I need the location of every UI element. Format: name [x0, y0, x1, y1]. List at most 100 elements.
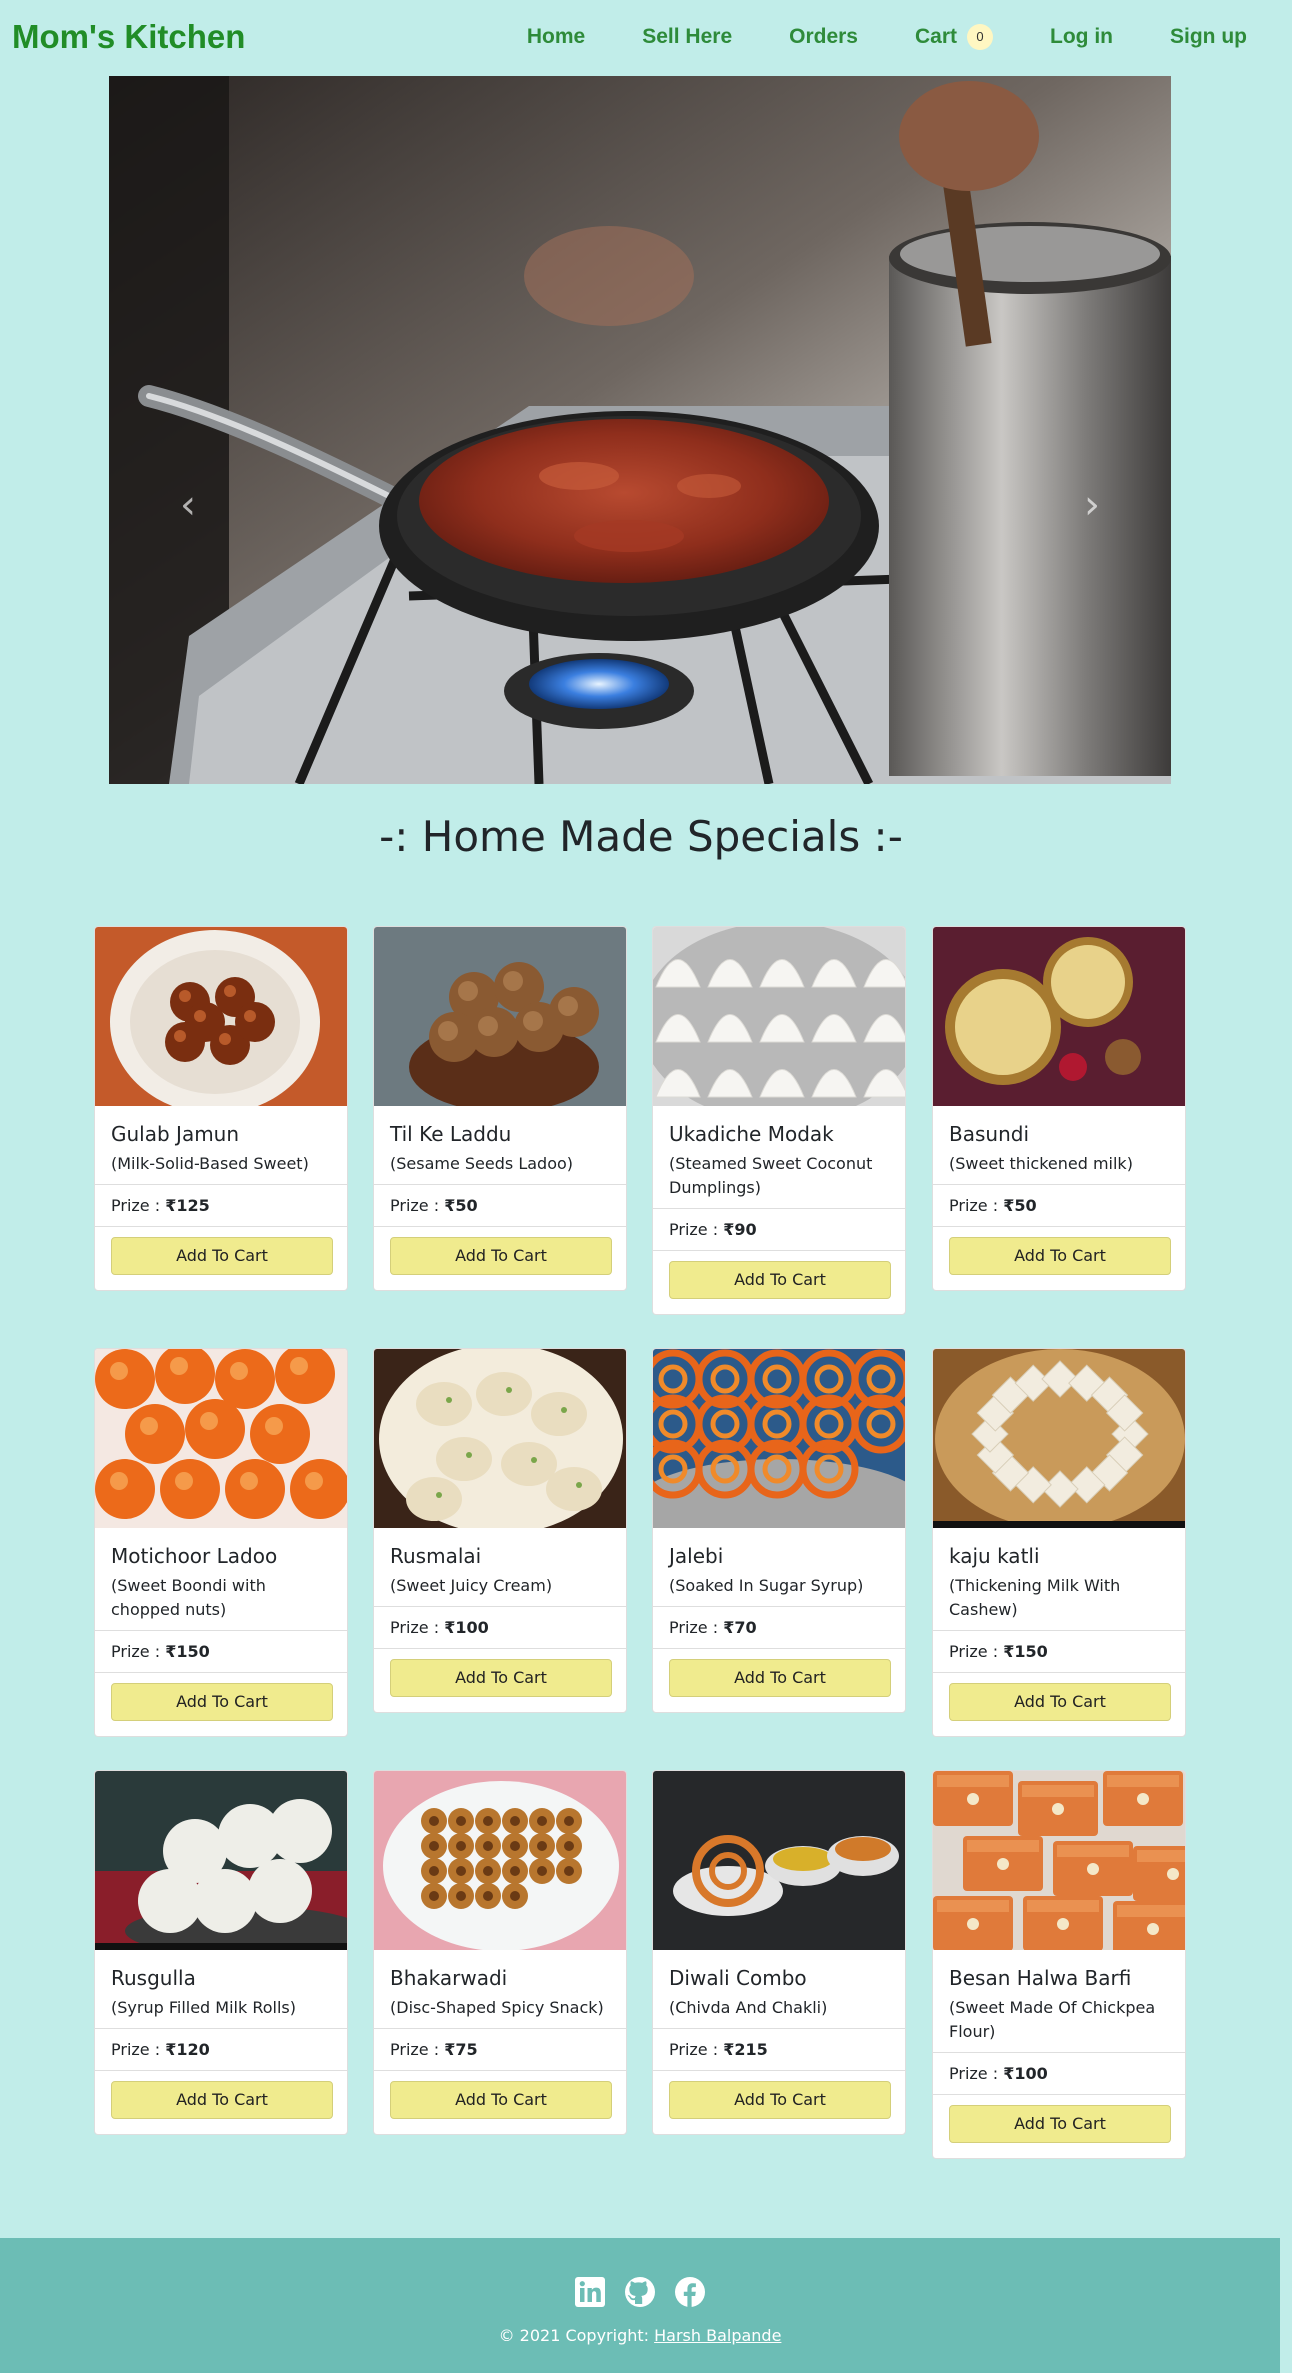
product-card: Ukadiche Modak (Steamed Sweet Coconut Dum… [652, 926, 906, 1315]
add-to-cart-button[interactable]: Add To Cart [111, 1237, 333, 1275]
card-body: Besan Halwa Barfi (Sweet Made Of Chickpea… [933, 1950, 1185, 2052]
add-to-cart-button[interactable]: Add To Cart [111, 2081, 333, 2119]
copyright-label: © 2021 Copyright: [498, 2326, 655, 2345]
product-card: Til Ke Laddu (Sesame Seeds Ladoo) Prize : … [373, 926, 627, 1291]
price-label: Prize : [669, 2040, 724, 2059]
carousel-next-button[interactable]: › [1072, 480, 1112, 530]
nav-sell-here[interactable]: Sell Here [642, 24, 732, 50]
cart-count-badge: 0 [967, 24, 994, 50]
nav-cart[interactable]: Cart 0 [915, 24, 994, 50]
product-price: ₹215 [723, 2040, 768, 2059]
product-description: (Sweet thickened milk) [949, 1154, 1133, 1173]
product-price: ₹100 [444, 1618, 489, 1637]
social-links [0, 2275, 1280, 2309]
product-price: ₹125 [165, 1196, 210, 1215]
github-icon[interactable] [623, 2275, 657, 2309]
add-to-cart-button[interactable]: Add To Cart [669, 1261, 891, 1299]
product-name: Rusgulla [111, 1966, 196, 1990]
product-card: Motichoor Ladoo (Sweet Boondi with choppe… [94, 1348, 348, 1737]
card-footer: Add To Cart [374, 1226, 626, 1290]
product-description: (Sesame Seeds Ladoo) [390, 1154, 574, 1173]
add-to-cart-button[interactable]: Add To Cart [390, 1237, 612, 1275]
price-label: Prize : [390, 2040, 445, 2059]
product-price-row: Prize : ₹100 [374, 1606, 626, 1648]
nav-links: Home Sell Here Orders Cart 0 Log in Sign… [527, 24, 1247, 50]
price-label: Prize : [111, 2040, 166, 2059]
navbar: Mom's Kitchen Home Sell Here Orders Cart… [0, 0, 1292, 76]
chevron-right-icon: › [1084, 482, 1100, 528]
facebook-icon[interactable] [673, 2275, 707, 2309]
product-card: Bhakarwadi (Disc-Shaped Spicy Snack) Prize… [373, 1770, 627, 2135]
add-to-cart-button[interactable]: Add To Cart [949, 1683, 1171, 1721]
price-label: Prize : [949, 2064, 1004, 2083]
author-link[interactable]: Harsh Balpande [654, 2326, 781, 2345]
product-name: Besan Halwa Barfi [949, 1966, 1132, 1990]
product-description: (Sweet Made Of Chickpea Flour) [949, 1998, 1156, 2041]
product-image [653, 927, 905, 1106]
product-price: ₹150 [165, 1642, 210, 1661]
nav-orders[interactable]: Orders [789, 24, 858, 50]
product-card: kaju katli (Thickening Milk With Cashew) P… [932, 1348, 1186, 1737]
product-image [374, 1349, 626, 1528]
card-footer: Add To Cart [95, 2070, 347, 2134]
product-card: Rusgulla (Syrup Filled Milk Rolls) Prize :… [94, 1770, 348, 2135]
product-description: (Steamed Sweet Coconut Dumplings) [669, 1154, 873, 1197]
carousel-prev-button[interactable]: ‹ [168, 480, 208, 530]
product-price: ₹100 [1003, 2064, 1048, 2083]
product-image [374, 1771, 626, 1950]
price-label: Prize : [949, 1196, 1004, 1215]
linkedin-icon[interactable] [573, 2275, 607, 2309]
price-label: Prize : [669, 1618, 724, 1637]
price-label: Prize : [111, 1196, 166, 1215]
product-card: Gulab Jamun (Milk-Solid-Based Sweet) Prize… [94, 926, 348, 1291]
nav-signup[interactable]: Sign up [1170, 24, 1247, 50]
product-description: (Sweet Juicy Cream) [390, 1576, 553, 1595]
add-to-cart-button[interactable]: Add To Cart [669, 2081, 891, 2119]
card-footer: Add To Cart [374, 1648, 626, 1712]
product-description: (Syrup Filled Milk Rolls) [111, 1998, 296, 2017]
add-to-cart-button[interactable]: Add To Cart [949, 1237, 1171, 1275]
add-to-cart-button[interactable]: Add To Cart [390, 2081, 612, 2119]
product-description: (Milk-Solid-Based Sweet) [111, 1154, 309, 1173]
product-description: (Chivda And Chakli) [669, 1998, 828, 2017]
add-to-cart-button[interactable]: Add To Cart [949, 2105, 1171, 2143]
card-footer: Add To Cart [95, 1226, 347, 1290]
product-name: Bhakarwadi [390, 1966, 508, 1990]
brand-logo[interactable]: Mom's Kitchen [12, 18, 245, 56]
card-footer: Add To Cart [374, 2070, 626, 2134]
card-body: Rusmalai (Sweet Juicy Cream) [374, 1528, 626, 1606]
card-body: Gulab Jamun (Milk-Solid-Based Sweet) [95, 1106, 347, 1184]
card-footer: Add To Cart [933, 1226, 1185, 1290]
nav-login[interactable]: Log in [1050, 24, 1113, 50]
product-description: (Soaked In Sugar Syrup) [669, 1576, 864, 1595]
nav-home[interactable]: Home [527, 24, 585, 50]
product-card: Diwali Combo (Chivda And Chakli) Prize : ₹… [652, 1770, 906, 2135]
product-price-row: Prize : ₹50 [374, 1184, 626, 1226]
product-image [95, 1349, 347, 1528]
card-body: Bhakarwadi (Disc-Shaped Spicy Snack) [374, 1950, 626, 2028]
product-description: (Disc-Shaped Spicy Snack) [390, 1998, 604, 2017]
card-body: Basundi (Sweet thickened milk) [933, 1106, 1185, 1184]
product-card: Basundi (Sweet thickened milk) Prize : ₹50… [932, 926, 1186, 1291]
add-to-cart-button[interactable]: Add To Cart [669, 1659, 891, 1697]
product-price-row: Prize : ₹100 [933, 2052, 1185, 2094]
product-price: ₹90 [723, 1220, 757, 1239]
product-name: Gulab Jamun [111, 1122, 240, 1146]
copyright-text: © 2021 Copyright: Harsh Balpande [0, 2326, 1280, 2345]
product-card: Rusmalai (Sweet Juicy Cream) Prize : ₹100 A… [373, 1348, 627, 1713]
price-label: Prize : [669, 1220, 724, 1239]
product-image [95, 1771, 347, 1950]
product-price: ₹50 [444, 1196, 478, 1215]
card-footer: Add To Cart [933, 1672, 1185, 1736]
add-to-cart-button[interactable]: Add To Cart [111, 1683, 333, 1721]
card-body: Til Ke Laddu (Sesame Seeds Ladoo) [374, 1106, 626, 1184]
product-price: ₹50 [1003, 1196, 1037, 1215]
price-label: Prize : [949, 1642, 1004, 1661]
product-name: kaju katli [949, 1544, 1040, 1568]
product-price-row: Prize : ₹70 [653, 1606, 905, 1648]
product-price-row: Prize : ₹215 [653, 2028, 905, 2070]
card-body: Motichoor Ladoo (Sweet Boondi with choppe… [95, 1528, 347, 1630]
add-to-cart-button[interactable]: Add To Cart [390, 1659, 612, 1697]
price-label: Prize : [390, 1196, 445, 1215]
product-card: Jalebi (Soaked In Sugar Syrup) Prize : ₹70… [652, 1348, 906, 1713]
